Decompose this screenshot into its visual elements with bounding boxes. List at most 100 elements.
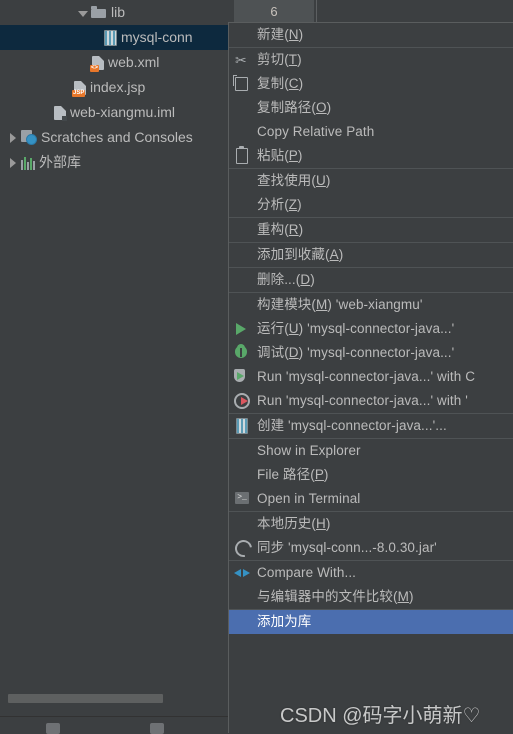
jar-file-icon-glyph [236, 418, 248, 434]
menu-item[interactable]: 删除...(D) [229, 267, 513, 292]
library-bar [30, 157, 32, 170]
menu-item[interactable]: Run 'mysql-connector-java...' with C [229, 365, 513, 389]
menu-icon-placeholder [231, 268, 253, 292]
menu-item[interactable]: 添加到收藏(A) [229, 242, 513, 267]
menu-item[interactable]: 添加为库 [229, 609, 513, 634]
menu-item[interactable]: 构建模块(M) 'web-xiangmu' [229, 292, 513, 317]
context-menu[interactable]: 新建(N) ✂ 剪切(T) 复制(C) 复制路径(O) Copy Relative Pat… [228, 22, 513, 733]
menu-item[interactable]: 运行(U) 'mysql-connector-java...' [229, 317, 513, 341]
menu-item-label: Copy Relative Path [257, 124, 375, 139]
menu-item-label: 复制路径(O) [257, 100, 332, 115]
project-tree-panel[interactable]: lib mysql-conn <> web.xml JSP index.jsp web-xi… [0, 0, 228, 734]
menu-item[interactable]: 调试(D) 'mysql-connector-java...' [229, 341, 513, 365]
menu-item[interactable]: >_ Open in Terminal [229, 487, 513, 511]
profiler-icon [231, 389, 253, 413]
menu-icon-placeholder [231, 23, 253, 47]
menu-item-label: Open in Terminal [257, 491, 361, 506]
tree-horizontal-scrollbar[interactable] [0, 691, 228, 705]
menu-item[interactable]: ✂ 剪切(T) [229, 47, 513, 72]
tree-row[interactable]: web-xiangmu.iml [0, 100, 228, 125]
bottom-toolwindow-strip[interactable] [0, 716, 228, 734]
iml-corner [62, 115, 67, 121]
menu-item-label: 添加到收藏(A) [257, 247, 344, 262]
menu-item[interactable]: Run 'mysql-connector-java...' with ' [229, 389, 513, 413]
menu-item[interactable]: 复制(C) [229, 72, 513, 96]
menu-item[interactable]: 新建(N) [229, 23, 513, 47]
menu-icon-placeholder [231, 293, 253, 317]
chevron-right-icon[interactable] [8, 157, 18, 168]
folder-icon [91, 5, 107, 21]
tree-row[interactable]: JSP index.jsp [0, 75, 228, 100]
coverage-icon [231, 365, 253, 389]
compare-arrow-left [234, 569, 241, 577]
menu-item[interactable]: Compare With... [229, 560, 513, 585]
menu-item[interactable]: Show in Explorer [229, 438, 513, 463]
menu-item[interactable]: 查找使用(U) [229, 168, 513, 193]
chevron-down-icon[interactable] [78, 8, 88, 18]
menu-item-label: 剪切(T) [257, 52, 302, 67]
tree-item-label: mysql-conn [121, 29, 193, 45]
paste-icon [231, 144, 253, 168]
tree-row[interactable]: mysql-conn [0, 25, 228, 50]
debug-icon-glyph [235, 344, 247, 358]
tree-row[interactable]: Scratches and Consoles [0, 125, 228, 150]
jar-file-icon [104, 29, 117, 46]
tree-item-label: lib [111, 4, 126, 20]
menu-item[interactable]: 与编辑器中的文件比较(M) [229, 585, 513, 609]
toolwindow-chip-1[interactable] [46, 723, 60, 734]
menu-item[interactable]: 复制路径(O) [229, 96, 513, 120]
menu-item[interactable]: 本地历史(H) [229, 511, 513, 536]
terminal-icon: >_ [231, 487, 253, 511]
editor-tab[interactable]: 6 [234, 0, 314, 22]
library-bar [24, 156, 26, 170]
menu-item-label: Run 'mysql-connector-java...' with ' [257, 393, 468, 408]
menu-item-label: 运行(U) 'mysql-connector-java...' [257, 321, 455, 336]
toolwindow-chip-2[interactable] [150, 723, 164, 734]
menu-item-label: 分析(Z) [257, 197, 302, 212]
jsp-file-icon: JSP [72, 80, 86, 97]
menu-item[interactable]: 创建 'mysql-connector-java...'... [229, 413, 513, 438]
menu-icon-placeholder [231, 512, 253, 536]
menu-item-label: Run 'mysql-connector-java...' with C [257, 369, 476, 384]
scratches-icon [21, 130, 37, 145]
menu-item-label: 查找使用(U) [257, 173, 331, 188]
run-icon [231, 317, 253, 341]
compare-icon-glyph [234, 567, 250, 578]
menu-item[interactable]: 分析(Z) [229, 193, 513, 217]
menu-item-label: 本地历史(H) [257, 516, 331, 531]
library-bar [27, 161, 29, 170]
tree-item-label: Scratches and Consoles [41, 129, 193, 145]
menu-item-label: 粘贴(P) [257, 148, 303, 163]
copy-icon [231, 72, 253, 96]
menu-item[interactable]: 重构(R) [229, 217, 513, 242]
xml-badge: <> [90, 64, 100, 72]
menu-item[interactable]: File 路径(P) [229, 463, 513, 487]
tree-row[interactable]: 外部库 [0, 150, 228, 175]
library-bar [33, 160, 35, 170]
tree-row[interactable]: lib [0, 0, 228, 25]
jar-file-icon [231, 414, 253, 438]
menu-icon-placeholder [231, 439, 253, 463]
menu-icon-placeholder [231, 120, 253, 144]
menu-item[interactable]: Copy Relative Path [229, 120, 513, 144]
menu-icon-placeholder [231, 463, 253, 487]
menu-item[interactable]: 粘贴(P) [229, 144, 513, 168]
run-icon-glyph [236, 323, 246, 335]
menu-icon-placeholder [231, 243, 253, 267]
sync-icon-glyph [231, 536, 256, 561]
chevron-right-icon[interactable] [8, 132, 18, 143]
copy-icon-glyph [233, 75, 248, 91]
menu-item[interactable]: 同步 'mysql-conn...-8.0.30.jar' [229, 536, 513, 561]
menu-item-label: 调试(D) 'mysql-connector-java...' [257, 345, 455, 360]
menu-item-label: 新建(N) [257, 27, 304, 42]
tree-row[interactable]: <> web.xml [0, 50, 228, 75]
menu-item-label: 添加为库 [257, 614, 312, 629]
menu-icon-placeholder [231, 585, 253, 609]
tree-item-label: index.jsp [90, 79, 146, 95]
tree-item-label: web.xml [108, 54, 160, 70]
tree-scrollbar-thumb[interactable] [8, 694, 163, 703]
tree-item-label: 外部库 [39, 154, 81, 170]
